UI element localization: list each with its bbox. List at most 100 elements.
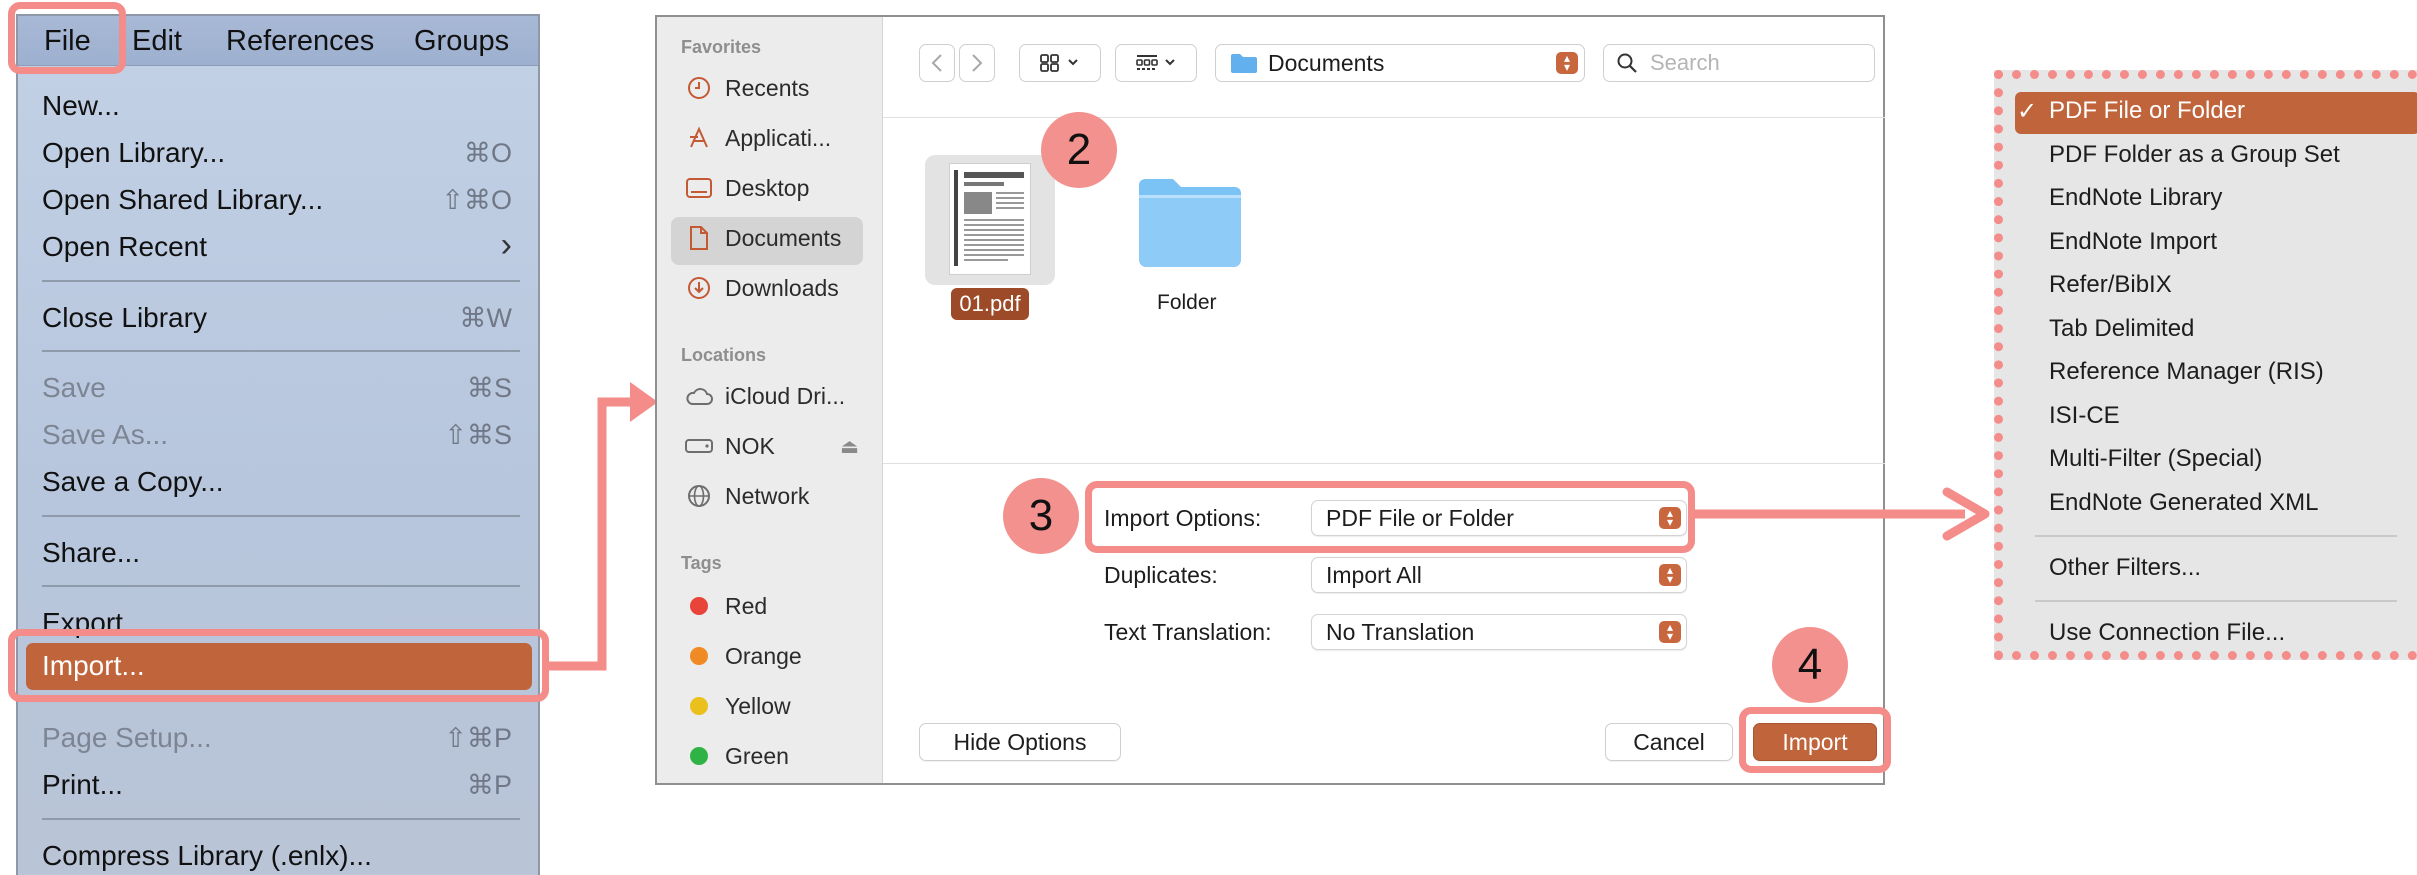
options-divider [883,463,1885,464]
option-multi-filter[interactable]: Multi-Filter (Special) [2049,445,2262,473]
sidebar-label: Applicati... [725,124,832,151]
sidebar-tag-green[interactable]: Green [681,733,873,779]
option-isi-ce[interactable]: ISI-CE [2049,402,2120,430]
sidebar-item-nok[interactable]: NOK ⏏ [681,423,873,469]
option-endnote-import[interactable]: EndNote Import [2049,228,2217,256]
chevron-right-icon [972,54,983,72]
sidebar-label: Desktop [725,174,810,201]
menu-bar-edit[interactable]: Edit [132,25,182,58]
option-endnote-library[interactable]: EndNote Library [2049,184,2222,212]
menu-item-open-library[interactable]: Open Library... [42,137,225,169]
sidebar-tag-yellow[interactable]: Yellow [681,683,873,729]
sidebar-item-documents[interactable]: Documents [681,215,873,261]
cloud-icon [685,382,713,410]
menu-separator [2035,535,2397,537]
search-icon [1617,53,1637,73]
view-mode-button[interactable] [1019,44,1101,82]
option-pdf-file-or-folder[interactable]: PDF File or Folder [2049,97,2245,125]
sidebar-label: NOK [725,432,775,459]
file-name-01-pdf[interactable]: 01.pdf [951,288,1029,320]
sidebar-item-applications[interactable]: Applicati... [681,115,873,161]
option-tab-delimited[interactable]: Tab Delimited [2049,315,2194,343]
group-by-button[interactable] [1115,44,1197,82]
file-name-folder: Folder [1157,291,1217,314]
text-translation-value: No Translation [1326,618,1475,645]
download-icon [685,274,713,302]
shortcut-print: ⌘P [466,770,512,800]
menu-item-close-library[interactable]: Close Library [42,302,207,334]
sidebar-header-tags: Tags [681,553,722,573]
sidebar-item-downloads[interactable]: Downloads [681,265,873,311]
tag-dot-icon [685,692,713,720]
connector-arrow-1 [548,382,658,671]
file-menu: File Edit References Groups New... Open … [16,14,540,875]
sidebar-item-recents[interactable]: Recents [681,65,873,111]
globe-icon [685,482,713,510]
option-reference-manager-ris[interactable]: Reference Manager (RIS) [2049,358,2324,386]
text-translation-popup[interactable]: No Translation ▴ ▾ [1311,614,1687,650]
menu-separator [42,515,520,517]
tag-dot-icon [685,592,713,620]
menu-item-print[interactable]: Print... [42,769,123,801]
toolbar-divider [883,117,1885,118]
option-endnote-generated-xml[interactable]: EndNote Generated XML [2049,489,2319,517]
shortcut-open-shared-library: ⇧⌘O [441,185,512,215]
search-field[interactable]: Search [1603,44,1875,82]
menu-separator [2035,600,2397,602]
tag-dot-icon [685,642,713,670]
shortcut-save-as: ⇧⌘S [444,420,512,450]
chevron-left-icon [931,54,942,72]
option-use-connection-file[interactable]: Use Connection File... [2049,619,2285,647]
menu-item-new[interactable]: New... [42,90,120,122]
folder-item[interactable] [1135,175,1245,276]
eject-icon[interactable]: ⏏ [840,434,859,459]
location-popup[interactable]: Documents ▴ ▾ [1215,44,1585,82]
highlight-file-menu [8,2,126,74]
menu-separator [42,585,520,587]
highlight-import-options [1085,481,1695,553]
popup-stepper-icon: ▴ ▾ [1659,621,1681,643]
option-other-filters[interactable]: Other Filters... [2049,554,2201,582]
search-placeholder: Search [1650,50,1720,75]
location-label: Documents [1268,49,1385,76]
pdf-thumbnail[interactable] [949,163,1031,275]
sidebar-tag-red[interactable]: Red [681,583,873,629]
menu-separator [42,280,520,282]
highlight-import-button [1739,707,1891,773]
text-translation-label: Text Translation: [1104,619,1272,645]
menu-item-save-a-copy[interactable]: Save a Copy... [42,466,224,498]
shortcut-save: ⌘S [466,373,512,403]
tutorial-figure: File Edit References Groups New... Open … [0,0,2417,875]
tag-label: Red [725,592,768,619]
document-icon [685,224,713,252]
highlight-import-item [8,629,549,702]
option-pdf-folder-group-set[interactable]: PDF Folder as a Group Set [2049,141,2340,169]
menu-item-compress-library[interactable]: Compress Library (.enlx)... [42,840,372,872]
duplicates-popup[interactable]: Import All ▴ ▾ [1311,557,1687,593]
folder-icon [1231,54,1257,73]
duplicates-value: Import All [1326,561,1422,588]
menu-bar-groups[interactable]: Groups [414,25,509,58]
menu-item-share[interactable]: Share... [42,537,140,569]
clock-icon [685,74,713,102]
shortcut-close-library: ⌘W [459,303,512,333]
popup-stepper-icon: ▴ ▾ [1659,564,1681,586]
menu-item-open-recent[interactable]: Open Recent [42,231,207,263]
sidebar-item-desktop[interactable]: Desktop [681,165,873,211]
checkmark-icon: ✓ [2017,98,2038,125]
hide-options-button[interactable]: Hide Options [919,723,1121,761]
option-refer-bibix[interactable]: Refer/BibIX [2049,271,2172,299]
menu-bar-references[interactable]: References [226,25,374,58]
folder-icon [1139,179,1241,267]
cancel-button[interactable]: Cancel [1605,723,1733,761]
forward-button[interactable] [959,44,995,82]
applications-icon [685,124,713,152]
menu-item-open-shared-library[interactable]: Open Shared Library... [42,184,323,216]
sidebar-header-locations: Locations [681,345,767,365]
back-button[interactable] [919,44,955,82]
sidebar-tag-orange[interactable]: Orange [681,633,873,679]
sidebar-item-icloud[interactable]: iCloud Dri... [681,373,873,419]
connector-arrow-2 [1695,487,1990,541]
sidebar-item-network[interactable]: Network [681,473,873,519]
import-dialog: Favorites Recents Applicati... Desktop D… [655,15,1885,785]
